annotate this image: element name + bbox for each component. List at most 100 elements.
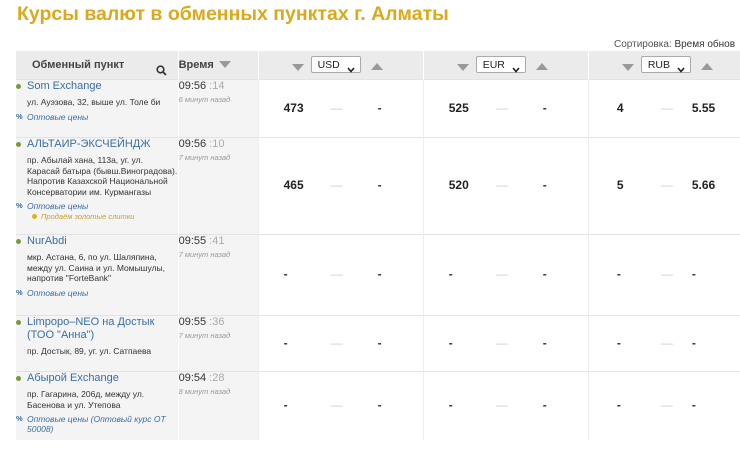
wholesale-link[interactable]: % Оптовые цены <box>16 288 178 298</box>
rate-sell: - <box>377 397 382 412</box>
rate-cell-rub: - — - <box>587 315 740 372</box>
header-currency-eur: EUR <box>423 51 589 80</box>
exchange-point-address: пр. Гагарина, 206д, между ул. Басенова и… <box>27 389 145 410</box>
rate-sell: - <box>377 100 382 115</box>
table-header: Обменный пункт Время USD EUR RUB <box>16 51 740 80</box>
update-time: 09:55 <box>178 235 207 248</box>
exchange-point-name[interactable]: АЛЬТАИР-ЭКСЧЕЙНДЖ <box>27 138 150 151</box>
rate-buy: - <box>448 397 453 412</box>
rate-sell: - <box>542 178 547 193</box>
update-time-seconds: :14 <box>209 80 225 93</box>
exchange-point-cell: АЛЬТАИР-ЭКСЧЕЙНДЖ пр. Абылай хана, 113а,… <box>16 137 179 235</box>
exchange-point-name[interactable]: Limpopo–NEO на Достык (ТОО "Анна") <box>27 316 178 342</box>
rate-sell: 5.55 <box>691 100 716 115</box>
update-time-cell: 09:55 :36 7 минут назад <box>177 315 259 372</box>
sort-value[interactable]: Время обнов <box>674 39 735 50</box>
status-dot <box>16 320 21 326</box>
wholesale-link[interactable]: % Оптовые цены <box>16 112 178 122</box>
rate-cell-eur: 525 — - <box>422 79 589 138</box>
rate-separator: — <box>495 100 508 115</box>
rate-separator: — <box>330 335 343 350</box>
rate-buy: - <box>448 335 453 350</box>
rate-separator: — <box>330 397 343 412</box>
rate-cell-eur: 520 — - <box>422 137 589 235</box>
sort-down-icon[interactable] <box>218 51 231 79</box>
rate-sell: - <box>377 178 382 193</box>
rate-separator: — <box>330 267 343 282</box>
rate-buy: - <box>616 335 621 350</box>
rate-cell-usd: - — - <box>257 371 424 440</box>
exchange-point-name[interactable]: NurAbdi <box>27 235 67 248</box>
sort-up-icon[interactable] <box>700 61 713 73</box>
sort-down-icon[interactable] <box>621 62 634 74</box>
rate-buy: - <box>283 267 288 282</box>
rate-cell-eur: - — - <box>422 315 589 372</box>
currency-select-eur[interactable]: EUR <box>475 56 526 73</box>
exchange-point-name[interactable]: Som Exchange <box>27 80 102 93</box>
update-time-ago: 8 минут назад <box>178 387 231 397</box>
chevron-down-icon <box>512 62 520 79</box>
status-dot <box>16 84 21 90</box>
wholesale-link[interactable]: % Оптовые цены <box>16 201 178 211</box>
header-point[interactable]: Обменный пункт <box>16 51 179 80</box>
table-row: Limpopo–NEO на Достык (ТОО "Анна") пр. Д… <box>16 315 740 372</box>
update-time-seconds: :28 <box>209 372 225 385</box>
rates-table: Обменный пункт Время USD EUR RUB Som Exc… <box>16 51 740 440</box>
exchange-point-address: мкр. Астана, 6, по ул. Шаляпина, между у… <box>27 252 165 284</box>
wholesale-label: Оптовые цены (Оптовый курс ОТ 50008) <box>27 414 166 435</box>
rate-buy: 5 <box>616 178 624 193</box>
rate-cell-rub: - — - <box>587 234 740 316</box>
header-currency-rub: RUB <box>588 51 740 80</box>
chevron-down-icon <box>346 62 355 79</box>
rate-sell: - <box>691 335 696 350</box>
wholesale-link[interactable]: % Оптовые цены (Оптовый курс ОТ 50008) <box>16 414 178 434</box>
exchange-point-cell: Абырой Exchange пр. Гагарина, 206д, межд… <box>16 371 179 440</box>
rate-cell-rub: 5 — 5.66 <box>587 137 740 235</box>
rate-buy: 473 <box>283 100 304 115</box>
update-time-ago: 7 минут назад <box>178 250 231 260</box>
status-dot <box>16 239 21 245</box>
currency-select-rub[interactable]: RUB <box>640 56 691 73</box>
update-time-cell: 09:56 :14 6 минут назад <box>177 79 259 138</box>
rate-buy: 4 <box>616 100 624 115</box>
rate-separator: — <box>660 267 673 282</box>
status-dot <box>16 142 21 148</box>
rate-cell-usd: - — - <box>257 234 424 316</box>
rate-buy: - <box>283 335 288 350</box>
percent-icon: % <box>16 287 23 297</box>
rate-separator: — <box>330 100 343 115</box>
rate-cell-eur: - — - <box>422 234 589 316</box>
rate-separator: — <box>660 100 673 115</box>
sort-up-icon[interactable] <box>535 61 548 73</box>
update-time-cell: 09:55 :41 7 минут назад <box>177 234 259 316</box>
rate-cell-usd: 473 — - <box>257 79 424 138</box>
header-currency-usd: USD <box>258 51 424 80</box>
chevron-down-icon <box>677 62 685 79</box>
header-time[interactable]: Время <box>178 51 259 80</box>
rate-separator: — <box>495 267 508 282</box>
exchange-point-name[interactable]: Абырой Exchange <box>27 372 119 385</box>
table-row: Абырой Exchange пр. Гагарина, 206д, межд… <box>16 371 740 440</box>
sort-down-icon[interactable] <box>456 62 469 74</box>
wholesale-label: Оптовые цены <box>27 111 89 122</box>
sort-down-icon[interactable] <box>291 62 304 74</box>
currency-select-usd[interactable]: USD <box>310 56 361 73</box>
rate-sell: - <box>542 397 547 412</box>
gold-bars-note: Продаём золотые слитки <box>32 212 178 221</box>
percent-icon: % <box>16 414 23 424</box>
status-dot <box>16 376 21 382</box>
rate-separator: — <box>660 397 673 412</box>
rate-separator: — <box>660 335 673 350</box>
rate-cell-usd: 465 — - <box>257 137 424 235</box>
update-time: 09:56 <box>178 138 207 151</box>
sort-control[interactable]: Сортировка: Время обнов <box>614 39 735 50</box>
gold-dot-icon <box>32 214 37 220</box>
rate-sell: - <box>377 267 382 282</box>
rate-cell-usd: - — - <box>257 315 424 372</box>
exchange-point-address: пр. Абылай хана, 113а, уг. ул. Карасай б… <box>27 155 178 197</box>
sort-label: Сортировка: <box>614 39 672 50</box>
rate-sell: - <box>377 335 382 350</box>
exchange-point-cell: NurAbdi мкр. Астана, 6, по ул. Шаляпина,… <box>16 234 179 316</box>
sort-up-icon[interactable] <box>370 61 383 73</box>
update-time-seconds: :36 <box>209 316 225 329</box>
